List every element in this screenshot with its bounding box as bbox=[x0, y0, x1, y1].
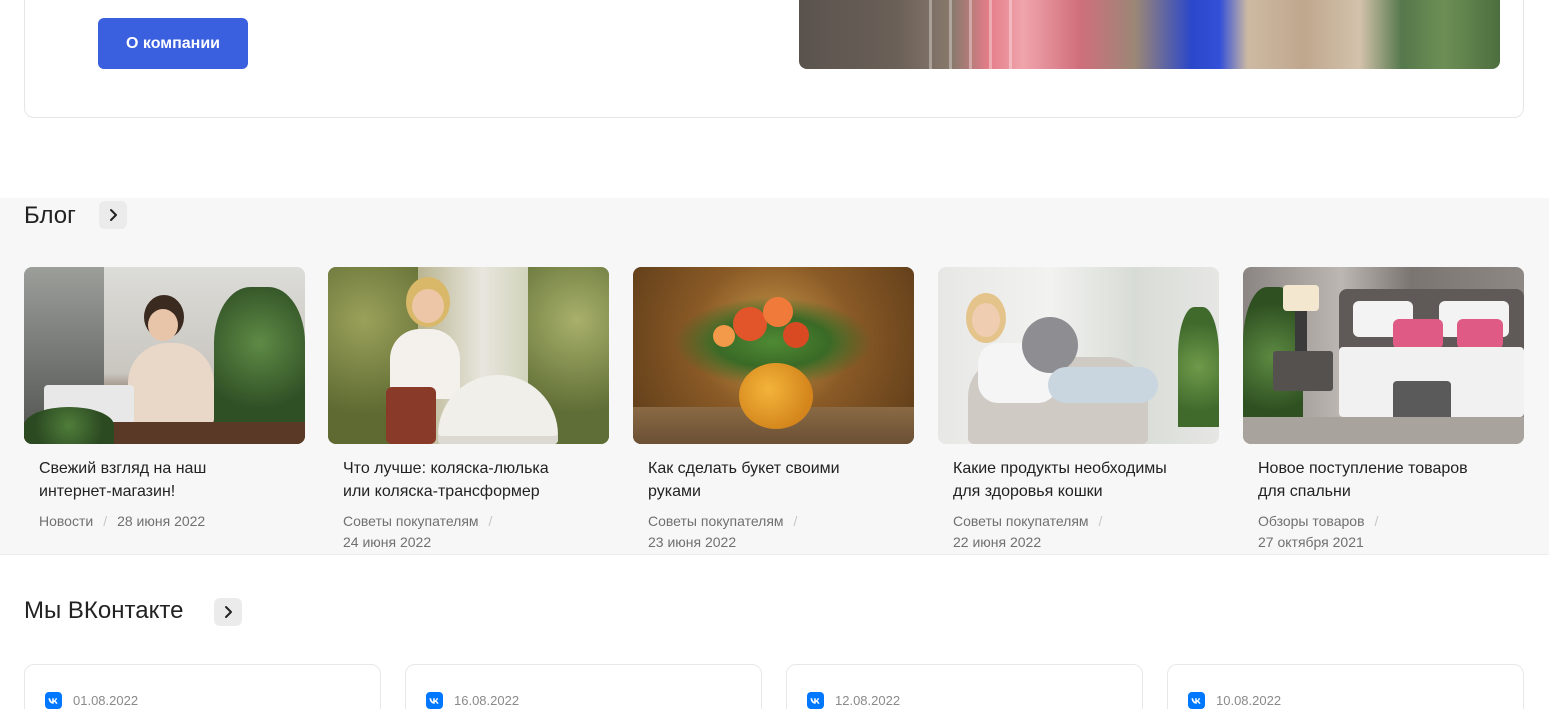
vk-section-title: Мы ВКонтакте bbox=[24, 597, 184, 624]
blog-post-date: 28 июня 2022 bbox=[117, 513, 206, 529]
blog-post-title[interactable]: Новое поступление товаров для спальни bbox=[1243, 457, 1524, 503]
blog-post-title[interactable]: Какие продукты необходимы для здоровья к… bbox=[938, 457, 1219, 503]
blog-post-date: 24 июня 2022 bbox=[343, 534, 432, 550]
blog-post-title[interactable]: Что лучше: коляска-люлька или коляска-тр… bbox=[328, 457, 609, 503]
blog-post-meta: Обзоры товаров / 27 октября 2021 bbox=[1243, 511, 1524, 553]
blog-post-category[interactable]: Советы покупателям bbox=[343, 513, 479, 529]
blog-image-woman-cat[interactable] bbox=[938, 267, 1219, 444]
vk-post-date: 01.08.2022 bbox=[73, 693, 139, 708]
blog-post-category[interactable]: Советы покупателям bbox=[648, 513, 784, 529]
meta-separator: / bbox=[1374, 513, 1379, 529]
blog-title: Блог bbox=[24, 202, 76, 229]
meta-separator: / bbox=[793, 513, 798, 529]
blog-image-pumpkin-bouquet[interactable] bbox=[633, 267, 914, 444]
vk-logo-icon bbox=[807, 692, 824, 709]
vk-post-card[interactable]: 01.08.2022 bbox=[24, 664, 381, 709]
vk-post-card[interactable]: 16.08.2022 bbox=[405, 664, 762, 709]
meta-separator: / bbox=[103, 513, 108, 529]
chevron-right-icon bbox=[225, 606, 232, 618]
blog-image-woman-phone[interactable] bbox=[24, 267, 305, 444]
blog-post-meta: Советы покупателям / 22 июня 2022 bbox=[938, 511, 1219, 553]
meta-separator: / bbox=[488, 513, 493, 529]
blog-image-woman-stroller[interactable] bbox=[328, 267, 609, 444]
blog-post-meta: Советы покупателям / 23 июня 2022 bbox=[633, 511, 914, 553]
about-company-photo bbox=[799, 0, 1500, 69]
vk-post-date: 16.08.2022 bbox=[454, 693, 520, 708]
vk-post-date: 12.08.2022 bbox=[835, 693, 901, 708]
blog-more-button[interactable] bbox=[99, 201, 127, 229]
vk-logo-icon bbox=[45, 692, 62, 709]
meta-separator: / bbox=[1098, 513, 1103, 529]
blog-post-category[interactable]: Обзоры товаров bbox=[1258, 513, 1365, 529]
blog-card[interactable]: Какие продукты необходимы для здоровья к… bbox=[938, 267, 1219, 553]
blog-post-category[interactable]: Новости bbox=[39, 513, 93, 529]
blog-card[interactable]: Свежий взгляд на наш интернет-магазин! Н… bbox=[24, 267, 305, 532]
vk-logo-icon bbox=[1188, 692, 1205, 709]
about-company-card: О компании bbox=[24, 0, 1524, 118]
vk-post-date: 10.08.2022 bbox=[1216, 693, 1282, 708]
chevron-right-icon bbox=[110, 209, 117, 221]
blog-post-date: 27 октября 2021 bbox=[1258, 534, 1364, 550]
blog-post-category[interactable]: Советы покупателям bbox=[953, 513, 1089, 529]
vk-post-card[interactable]: 12.08.2022 bbox=[786, 664, 1143, 709]
blog-post-title[interactable]: Как сделать букет своими руками bbox=[633, 457, 914, 503]
about-company-button[interactable]: О компании bbox=[98, 18, 248, 69]
blog-image-bedroom[interactable] bbox=[1243, 267, 1524, 444]
blog-section: Блог Свежий взгляд на наш интернет-магаз… bbox=[0, 198, 1549, 555]
blog-post-meta: Новости / 28 июня 2022 bbox=[24, 511, 305, 532]
blog-card[interactable]: Новое поступление товаров для спальни Об… bbox=[1243, 267, 1524, 553]
blog-card[interactable]: Что лучше: коляска-люлька или коляска-тр… bbox=[328, 267, 609, 553]
vk-logo-icon bbox=[426, 692, 443, 709]
vk-more-button[interactable] bbox=[214, 598, 242, 626]
blog-post-meta: Советы покупателям / 24 июня 2022 bbox=[328, 511, 609, 553]
blog-post-date: 23 июня 2022 bbox=[648, 534, 737, 550]
blog-post-date: 22 июня 2022 bbox=[953, 534, 1042, 550]
blog-card[interactable]: Как сделать букет своими руками Советы п… bbox=[633, 267, 914, 553]
blog-post-title[interactable]: Свежий взгляд на наш интернет-магазин! bbox=[24, 457, 305, 503]
vk-post-card[interactable]: 10.08.2022 bbox=[1167, 664, 1524, 709]
